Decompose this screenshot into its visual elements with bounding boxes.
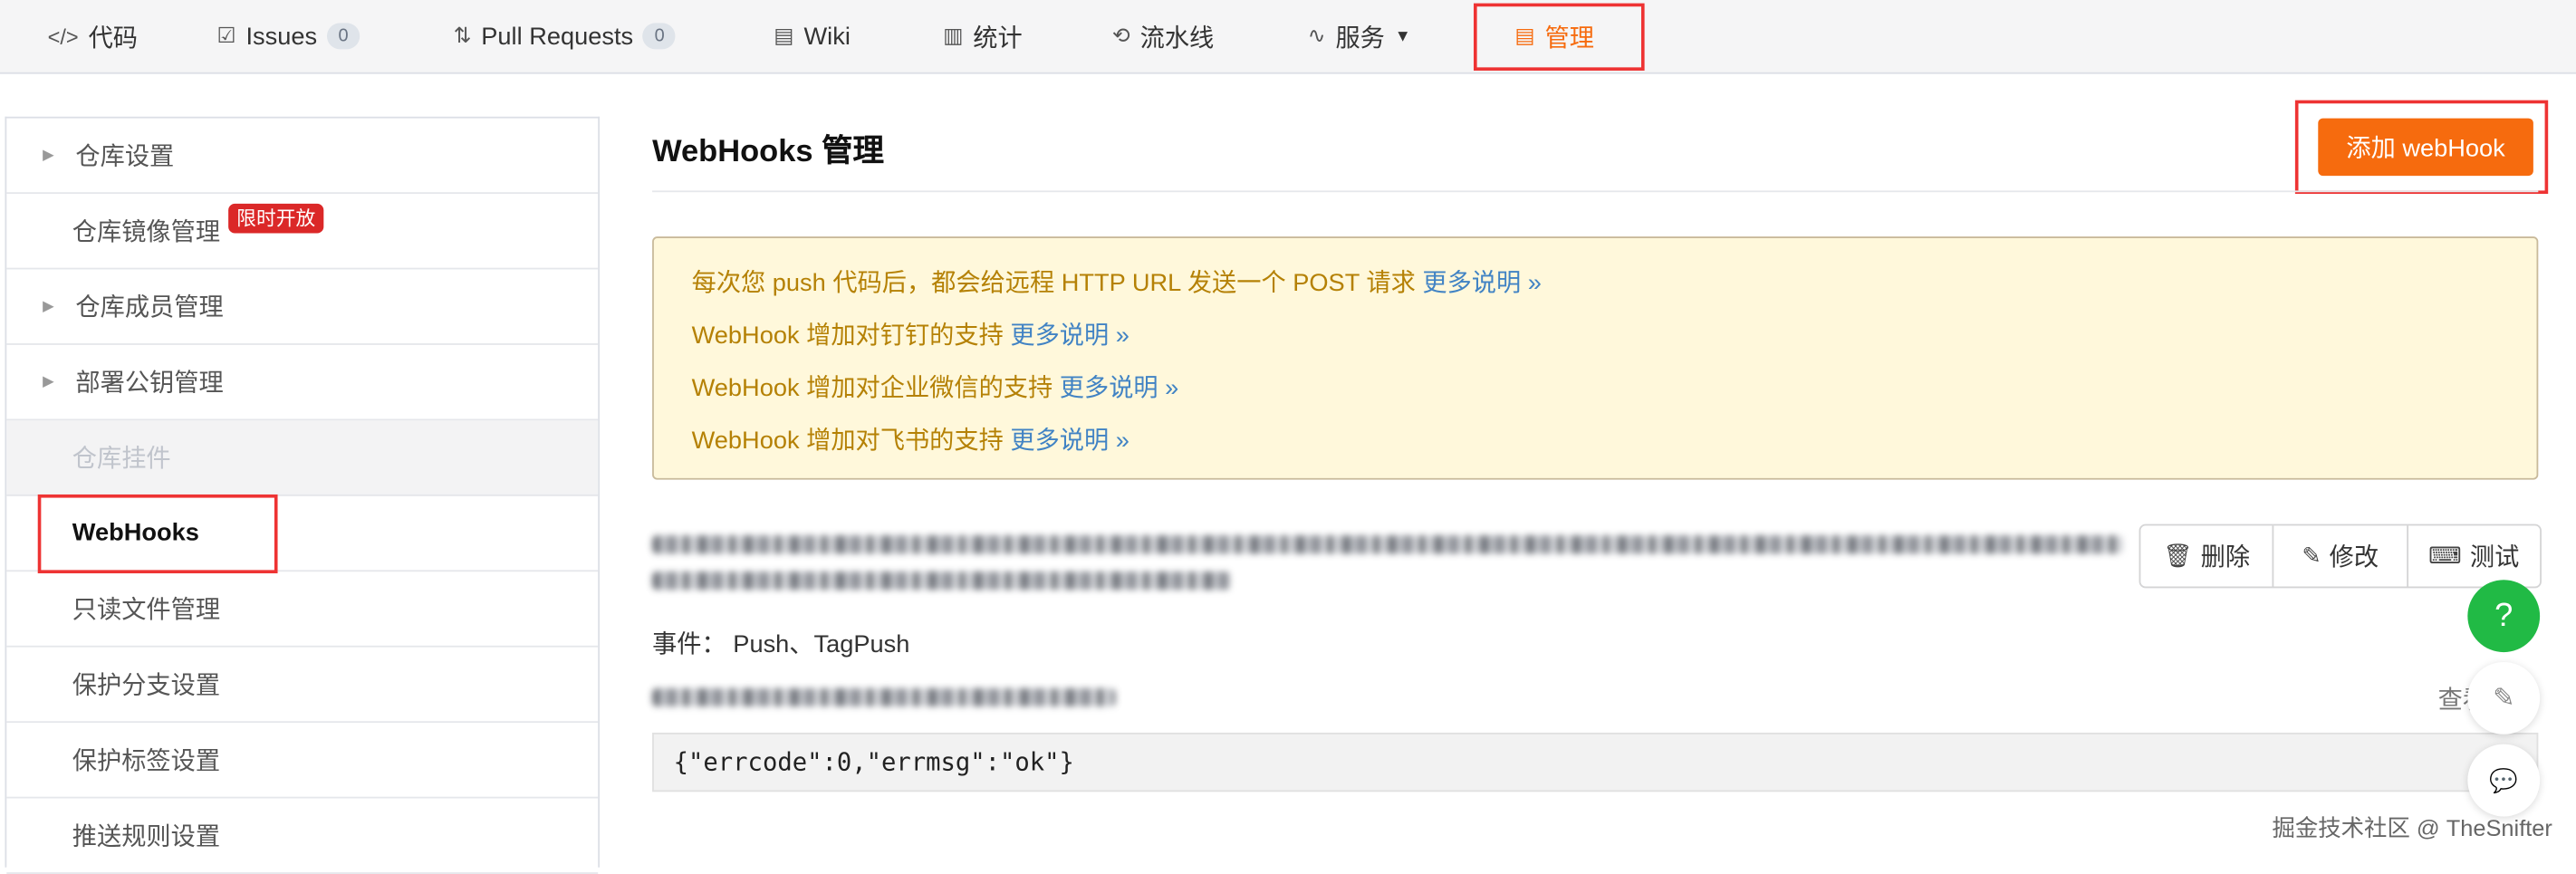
notice-text: WebHook 增加对企业微信的支持 <box>691 374 1053 403</box>
sidebar-item-repo-settings[interactable]: ▶ 仓库设置 <box>6 119 599 195</box>
sidebar-item-protected-tags[interactable]: 保护标签设置 <box>6 723 599 799</box>
test-button[interactable]: ⌨ 测试 <box>2408 525 2540 586</box>
more-info-link[interactable]: 更多说明 » <box>1010 427 1129 456</box>
edit-button[interactable]: ✎ 修改 <box>2274 525 2408 587</box>
divider <box>652 190 2539 193</box>
more-info-link[interactable]: 更多说明 » <box>1422 269 1542 297</box>
sidebar-item-label: 仓库设置 <box>75 142 175 171</box>
chat-icon: 💬 <box>2489 766 2519 793</box>
highlight-box-manage <box>1473 3 1645 71</box>
events-line: 事件： Push、TagPush <box>652 626 909 660</box>
tab-label: 流水线 <box>1139 24 1215 53</box>
tab-label: Issues <box>245 22 318 51</box>
code-icon: </> <box>47 24 79 49</box>
redacted-delivery-info <box>652 687 1116 706</box>
chat-button[interactable]: 💬 <box>2467 744 2541 817</box>
add-webhook-button[interactable]: 添加 webHook <box>2318 118 2533 177</box>
tab-services[interactable]: ∿ 服务 ▼ <box>1308 0 1411 72</box>
settings-sidebar: ▶ 仓库设置 仓库镜像管理 限时开放 ▶ 仓库成员管理 ▶ 部署公钥管理 仓库挂… <box>5 116 601 874</box>
tab-wiki[interactable]: ▤ Wiki <box>774 0 851 72</box>
sidebar-item-label: 推送规则设置 <box>72 822 221 851</box>
tab-issues[interactable]: ☑ Issues 0 <box>216 0 360 72</box>
events-value: Push、TagPush <box>733 630 910 659</box>
delete-button[interactable]: 🗑 删除 <box>2140 525 2274 587</box>
limited-badge: 限时开放 <box>228 203 324 234</box>
notice-text: WebHook 增加对飞书的支持 <box>691 427 1004 456</box>
page-title: WebHooks 管理 <box>652 134 885 169</box>
repo-nav-bar: </> 代码 ☑ Issues 0 ⇅ Pull Requests 0 ▤ Wi… <box>0 0 2576 74</box>
pull-requests-count-badge: 0 <box>643 23 677 50</box>
chevron-down-icon: ▼ <box>1394 26 1411 45</box>
tab-label: 代码 <box>88 24 139 53</box>
pipeline-icon: ⟲ <box>1111 23 1130 48</box>
caret-right-icon: ▶ <box>43 297 54 314</box>
tab-pull-requests[interactable]: ⇅ Pull Requests 0 <box>454 0 677 72</box>
wiki-icon: ▤ <box>774 23 794 48</box>
sidebar-item-readonly-files[interactable]: 只读文件管理 <box>6 571 599 648</box>
webhook-actions: 🗑 删除 ✎ 修改 ⌨ 测试 <box>2139 523 2542 589</box>
response-body: {"errcode":0,"errmsg":"ok"} <box>652 732 2539 792</box>
sidebar-item-label: 保护分支设置 <box>72 671 221 700</box>
services-icon: ∿ <box>1307 23 1326 48</box>
sidebar-item-members[interactable]: ▶ 仓库成员管理 <box>6 269 599 345</box>
caret-right-icon: ▶ <box>43 146 54 163</box>
sidebar-item-label: 仓库挂件 <box>72 445 171 474</box>
tab-label: 服务 <box>1335 24 1385 53</box>
issues-count-badge: 0 <box>326 23 360 50</box>
notice-line: WebHook 增加对企业微信的支持 更多说明 » <box>692 370 1179 404</box>
notice-line: WebHook 增加对飞书的支持 更多说明 » <box>692 422 1129 456</box>
question-icon: ? <box>2494 597 2514 634</box>
tab-label: 统计 <box>973 24 1023 53</box>
terminal-icon: ⌨ <box>2428 542 2462 569</box>
trash-icon: 🗑 <box>2163 542 2193 569</box>
notice-line: 每次您 push 代码后，都会给远程 HTTP URL 发送一个 POST 请求… <box>692 264 1542 299</box>
sidebar-item-label: 只读文件管理 <box>72 596 221 625</box>
caret-right-icon: ▶ <box>43 372 54 389</box>
sidebar-item-mirror[interactable]: 仓库镜像管理 限时开放 <box>6 194 599 270</box>
help-button[interactable]: ? <box>2467 580 2541 653</box>
sidebar-item-protected-branches[interactable]: 保护分支设置 <box>6 648 599 724</box>
more-info-link[interactable]: 更多说明 » <box>1060 375 1179 403</box>
stats-icon: ▥ <box>943 23 964 48</box>
notice-text: WebHook 增加对钉钉的支持 <box>691 322 1004 351</box>
tab-code[interactable]: </> 代码 <box>48 0 138 72</box>
edit-icon: ✎ <box>2302 542 2321 569</box>
sidebar-item-deploy-keys[interactable]: ▶ 部署公钥管理 <box>6 345 599 421</box>
button-label: 修改 <box>2329 543 2379 572</box>
feedback-button[interactable]: ✎ <box>2467 661 2541 735</box>
events-label: 事件： <box>652 630 726 659</box>
tab-stats[interactable]: ▥ 统计 <box>943 0 1023 72</box>
edit-icon: ✎ <box>2493 685 2515 714</box>
button-label: 删除 <box>2200 543 2251 572</box>
tab-label: Pull Requests <box>481 22 634 51</box>
sidebar-item-widgets: 仓库挂件 <box>6 420 599 496</box>
tab-label: Wiki <box>803 22 851 51</box>
tab-pipeline[interactable]: ⟲ 流水线 <box>1112 0 1214 72</box>
issues-icon: ☑ <box>216 23 236 48</box>
notice-text: 每次您 push 代码后，都会给远程 HTTP URL 发送一个 POST 请求 <box>691 269 1416 298</box>
more-info-link[interactable]: 更多说明 » <box>1010 322 1129 351</box>
sidebar-item-push-rules[interactable]: 推送规则设置 <box>6 799 599 874</box>
page: </> 代码 ☑ Issues 0 ⇅ Pull Requests 0 ▤ Wi… <box>0 0 2576 874</box>
redacted-webhook-url <box>652 571 1231 591</box>
pull-request-icon: ⇅ <box>453 23 472 48</box>
button-label: 测试 <box>2469 543 2520 572</box>
sidebar-item-label: 保护标签设置 <box>72 747 221 776</box>
watermark: 掘金技术社区 @ TheSnifter <box>2272 814 2552 841</box>
sidebar-item-label: 仓库镜像管理 <box>72 218 221 247</box>
highlight-box-webhooks <box>37 494 278 574</box>
sidebar-item-label: 仓库成员管理 <box>75 293 224 322</box>
notice-line: WebHook 增加对钉钉的支持 更多说明 » <box>692 317 1129 351</box>
info-notice: 每次您 push 代码后，都会给远程 HTTP URL 发送一个 POST 请求… <box>652 236 2539 480</box>
redacted-webhook-url <box>652 535 2123 554</box>
sidebar-item-label: 部署公钥管理 <box>75 370 224 398</box>
